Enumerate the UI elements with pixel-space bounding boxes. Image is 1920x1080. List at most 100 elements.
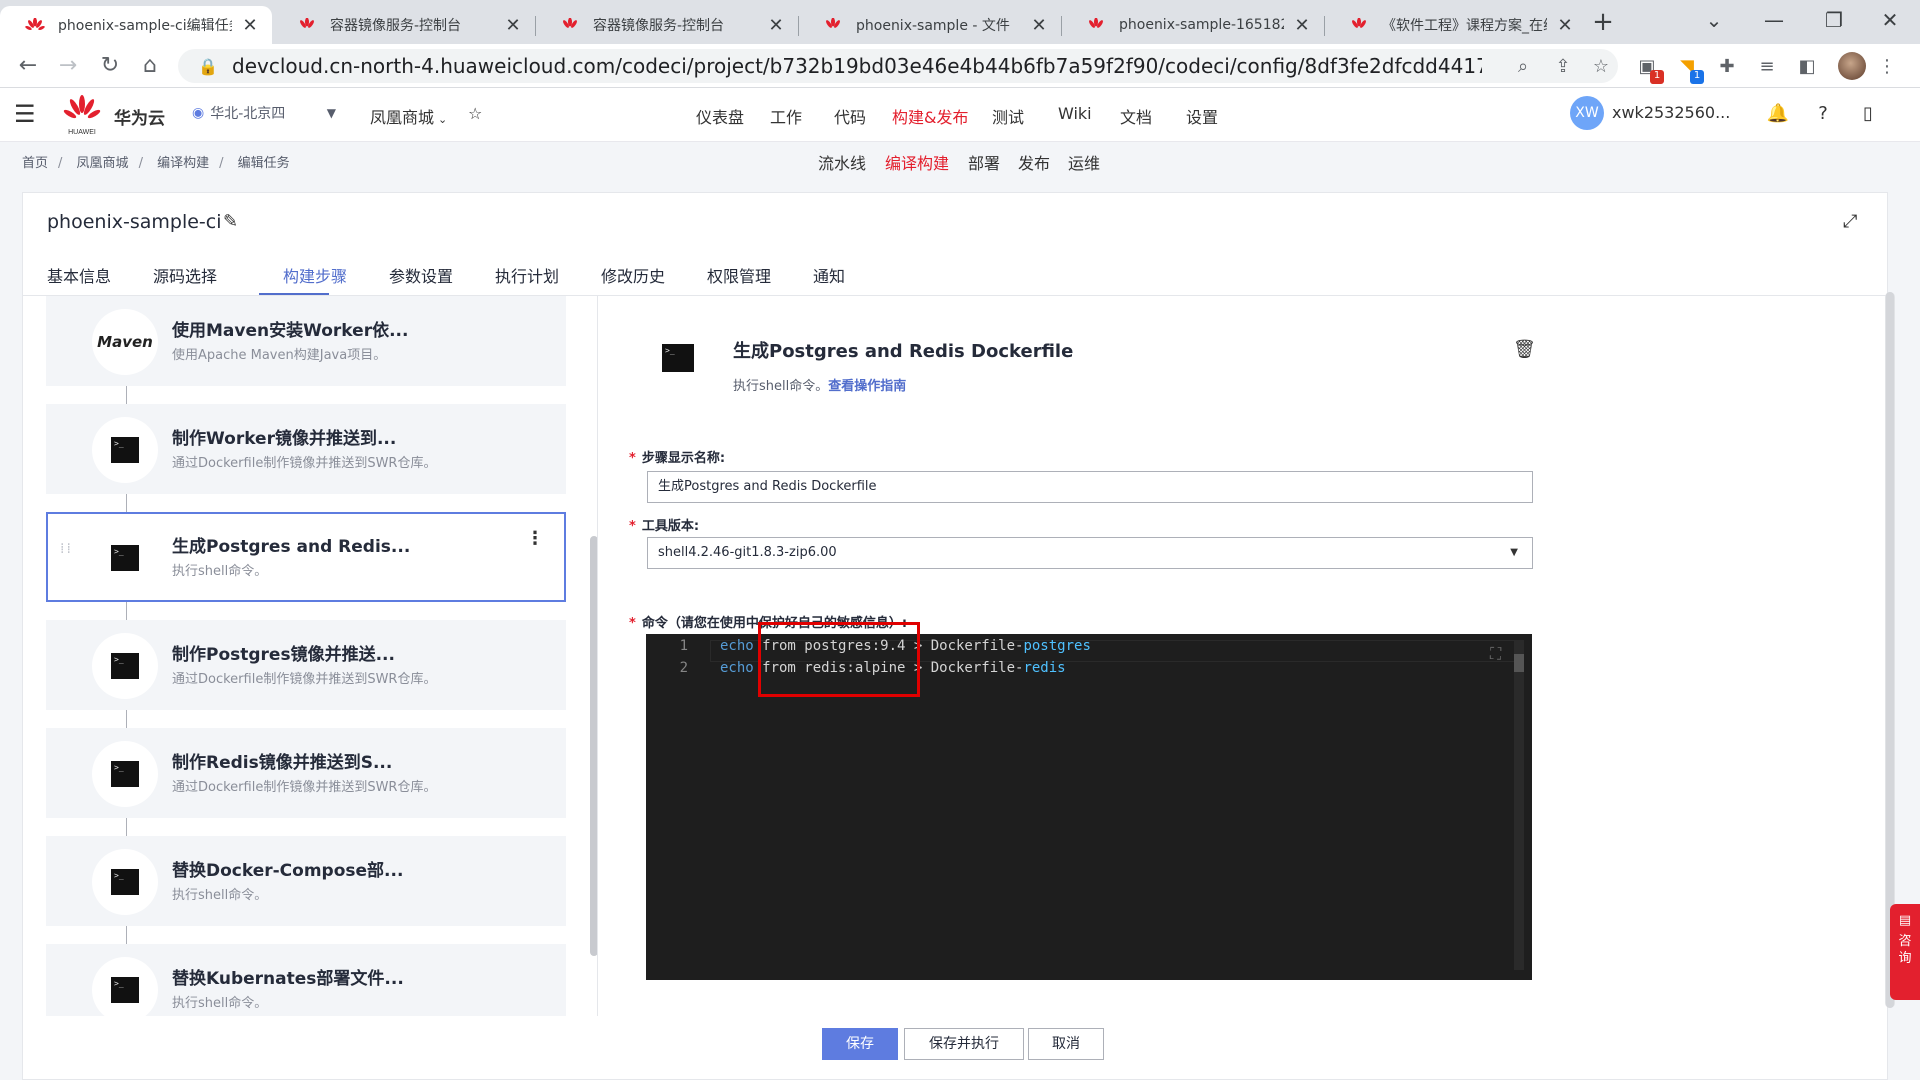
bookmark-star-icon[interactable]: ☆ [1588, 54, 1614, 80]
editor-fullscreen-icon[interactable]: ⛶ [1490, 644, 1501, 664]
bell-icon[interactable]: 🔔 [1766, 102, 1790, 126]
step-card-selected[interactable]: ⁞⁞ >_ 生成Postgres and Redis... 执行shell命令。… [46, 512, 566, 602]
restore-button[interactable]: ❐ [1804, 0, 1864, 44]
step-card[interactable]: >_ 制作Worker镜像并推送到... 通过Dockerfile制作镜像并推送… [46, 404, 566, 494]
step-list-scrollbar[interactable] [590, 536, 597, 956]
tab-permissions[interactable]: 权限管理 [707, 263, 771, 287]
browser-tab-1[interactable]: phoenix-sample-ci编辑任务 - ✕ [0, 6, 272, 44]
breadcrumb-home[interactable]: 首页 [22, 156, 48, 171]
breadcrumb-build[interactable]: 编译构建 [157, 156, 209, 171]
close-tab-icon[interactable]: ✕ [503, 15, 523, 36]
more-options-icon[interactable]: ⋮ [526, 528, 544, 549]
close-tab-icon[interactable]: ✕ [1029, 15, 1049, 36]
browser-tab-4[interactable]: phoenix-sample - 文件 ✕ [798, 6, 1061, 44]
tab-search-icon[interactable]: ⌄ [1684, 0, 1744, 44]
brand-name[interactable]: 华为云 [114, 104, 165, 129]
consult-widget[interactable]: ▤ 咨询 [1890, 904, 1920, 1000]
guide-link[interactable]: 查看操作指南 [828, 379, 906, 394]
drag-handle-icon[interactable]: ⁞⁞ [60, 542, 74, 556]
extension-1-icon[interactable]: ▣ 1 [1634, 54, 1664, 84]
side-panel-icon[interactable]: ◧ [1794, 54, 1820, 80]
nav-settings[interactable]: 设置 [1186, 104, 1218, 128]
browser-menu-icon[interactable]: ⋮ [1874, 54, 1900, 80]
step-card[interactable]: >_ 替换Kubernates部署文件... 执行shell命令。 [46, 944, 566, 1016]
tab-build-steps[interactable]: 构建步骤 [283, 263, 347, 287]
tab-source[interactable]: 源码选择 [153, 263, 217, 287]
nav-build-release[interactable]: 构建&发布 [892, 104, 968, 128]
minimize-button[interactable]: — [1744, 0, 1804, 44]
editor-scrollbar[interactable] [1514, 640, 1524, 970]
breadcrumb-project[interactable]: 凤凰商城 [77, 156, 129, 171]
zoom-icon[interactable]: ⌕ [1510, 54, 1536, 80]
subnav-release[interactable]: 发布 [1018, 150, 1050, 174]
favorite-star-icon[interactable]: ☆ [468, 104, 482, 123]
hamburger-menu-icon[interactable]: ☰ [14, 102, 40, 128]
close-tab-icon[interactable]: ✕ [1292, 15, 1312, 36]
browser-tab-3[interactable]: 容器镜像服务-控制台 ✕ [535, 6, 798, 44]
lock-icon[interactable]: 🔒 [198, 57, 218, 76]
site-header: ☰ HUAWEI 华为云 ◉ 华北-北京四 ▼ 凤凰商城 ⌄ ☆ 仪表盘 工作 代… [0, 88, 1920, 142]
browser-profile-avatar[interactable] [1838, 52, 1866, 80]
step-card[interactable]: >_ 制作Postgres镜像并推送... 通过Dockerfile制作镜像并推… [46, 620, 566, 710]
subnav-ops[interactable]: 运维 [1068, 150, 1100, 174]
subnav-build[interactable]: 编译构建 [885, 150, 949, 174]
tab-basic-info[interactable]: 基本信息 [47, 263, 111, 287]
forward-icon[interactable]: → [52, 50, 84, 82]
browser-tab-title: phoenix-sample - 文件 [856, 18, 1010, 34]
browser-tab-5[interactable]: phoenix-sample-165182537€ ✕ [1061, 6, 1324, 44]
puzzle-extensions-icon[interactable]: ✚ [1714, 54, 1740, 80]
step-card[interactable]: >_ 制作Redis镜像并推送到S... 通过Dockerfile制作镜像并推送… [46, 728, 566, 818]
close-tab-icon[interactable]: ✕ [240, 15, 260, 36]
subnav-pipeline[interactable]: 流水线 [818, 150, 866, 174]
step-name-input[interactable]: 生成Postgres and Redis Dockerfile [647, 471, 1533, 503]
fullscreen-icon[interactable]: ⤢ [1843, 211, 1857, 232]
page-scrollbar[interactable] [1885, 292, 1895, 1008]
browser-tab-2[interactable]: 容器镜像服务-控制台 ✕ [272, 6, 535, 44]
project-selector[interactable]: 凤凰商城 ⌄ [370, 104, 447, 128]
tab-schedule[interactable]: 执行计划 [495, 263, 559, 287]
share-icon[interactable]: ⇪ [1550, 54, 1576, 80]
address-bar[interactable]: 🔒 devcloud.cn-north-4.huaweicloud.com/co… [178, 49, 1618, 83]
region-selector[interactable]: ◉ 华北-北京四 ▼ [192, 98, 336, 128]
huawei-favicon-icon [559, 17, 581, 33]
nav-work[interactable]: 工作 [770, 104, 802, 128]
nav-dashboard[interactable]: 仪表盘 [696, 104, 744, 128]
huawei-favicon-icon [24, 17, 46, 33]
close-tab-icon[interactable]: ✕ [766, 15, 786, 36]
tab-notify[interactable]: 通知 [813, 263, 845, 287]
reading-list-icon[interactable]: ≡ [1754, 54, 1780, 80]
browser-tab-6[interactable]: 《软件工程》课程方案_在线课 ✕ [1324, 6, 1587, 44]
url-text[interactable]: devcloud.cn-north-4.huaweicloud.com/code… [232, 54, 1482, 78]
close-tab-icon[interactable]: ✕ [1555, 15, 1575, 36]
nav-test[interactable]: 测试 [992, 104, 1024, 128]
step-detail-title: 生成Postgres and Redis Dockerfile [733, 341, 1074, 362]
delete-trash-icon[interactable]: 🗑 [1513, 339, 1536, 360]
huawei-logo[interactable]: HUAWEI [62, 94, 102, 138]
user-name[interactable]: xwk2532560... [1612, 103, 1730, 122]
tool-version-select[interactable]: shell4.2.46-git1.8.3-zip6.00 ▼ [647, 537, 1533, 569]
back-icon[interactable]: ← [12, 50, 44, 82]
tab-history[interactable]: 修改历史 [601, 263, 665, 287]
home-icon[interactable]: ⌂ [134, 50, 166, 82]
user-avatar[interactable]: XW [1570, 96, 1604, 130]
save-button[interactable]: 保存 [822, 1028, 898, 1060]
step-card[interactable]: Maven 使用Maven安装Worker依... 使用Apache Maven… [46, 296, 566, 386]
help-icon[interactable]: ? [1811, 102, 1835, 126]
chevron-down-icon: ⌄ [438, 113, 448, 126]
app-window: phoenix-sample-ci编辑任务 - ✕ 容器镜像服务-控制台 ✕ 容… [0, 0, 1920, 1080]
nav-wiki[interactable]: Wiki [1058, 104, 1092, 123]
subnav-deploy[interactable]: 部署 [968, 150, 1000, 174]
mobile-icon[interactable]: ▯ [1856, 102, 1880, 126]
nav-docs[interactable]: 文档 [1120, 104, 1152, 128]
save-and-run-button[interactable]: 保存并执行 [904, 1028, 1024, 1060]
step-card[interactable]: >_ 替换Docker-Compose部... 执行shell命令。 [46, 836, 566, 926]
nav-code[interactable]: 代码 [834, 104, 866, 128]
tab-params[interactable]: 参数设置 [389, 263, 453, 287]
rss-extension-icon[interactable]: ◥ 1 [1674, 54, 1704, 84]
cancel-button[interactable]: 取消 [1028, 1028, 1104, 1060]
step-desc: 执行shell命令。 [172, 564, 268, 579]
edit-pencil-icon[interactable]: ✎ [223, 211, 238, 232]
close-window-button[interactable]: ✕ [1860, 0, 1920, 44]
reload-icon[interactable]: ↻ [94, 50, 126, 82]
new-tab-button[interactable]: + [1587, 8, 1619, 38]
